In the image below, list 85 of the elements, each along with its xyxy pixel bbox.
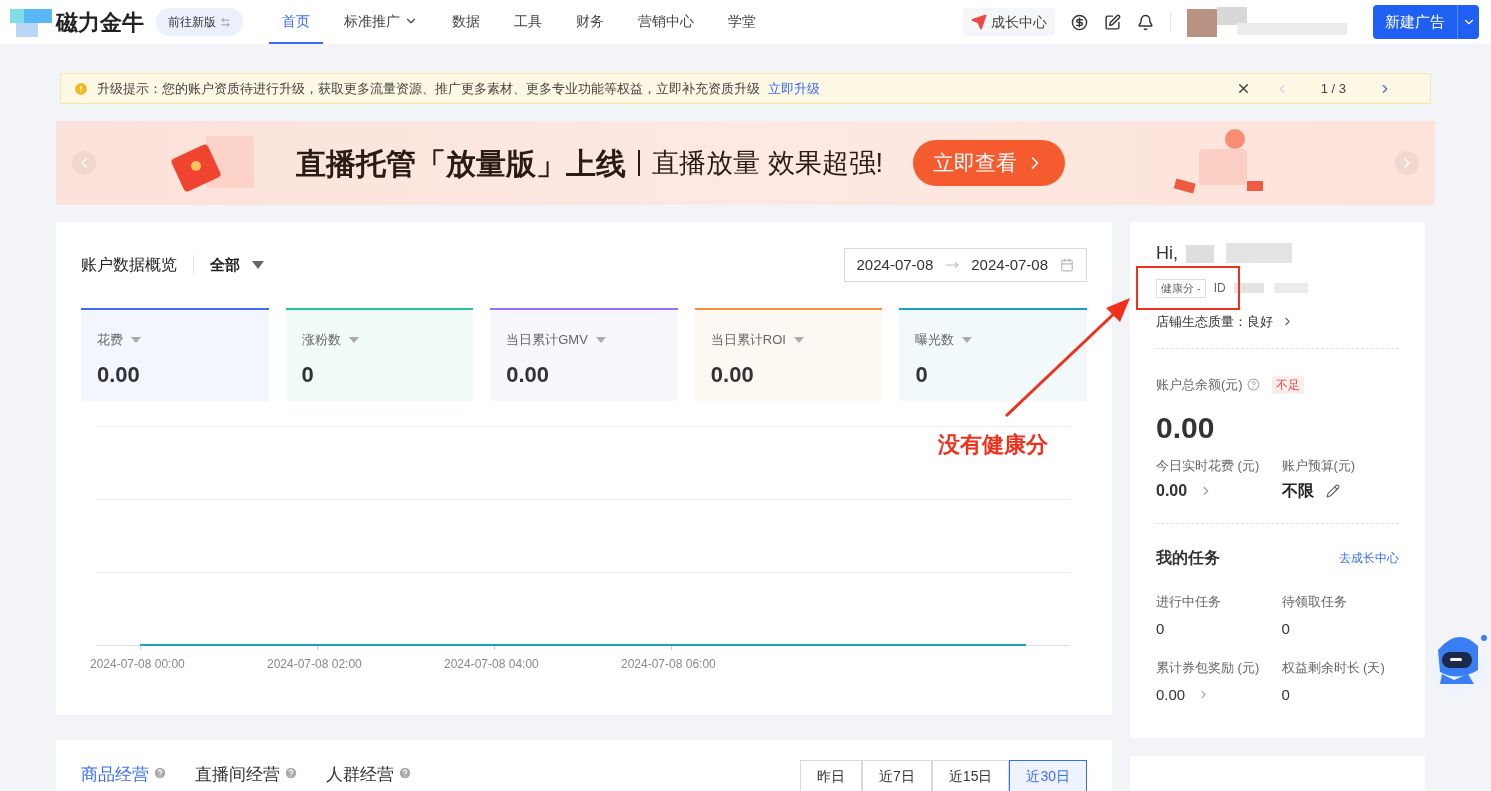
help-icon[interactable] [1246, 378, 1260, 392]
growth-center-button[interactable]: 成长中心 [963, 8, 1055, 36]
axis-label: 2024-07-08 06:00 [621, 656, 716, 673]
range-tab[interactable]: 昨日 [800, 760, 863, 791]
nav-tab[interactable]: 数据 [439, 0, 493, 44]
overview-title: 账户数据概览 [81, 255, 177, 275]
store-quality[interactable]: 店铺生态质量：良好 [1156, 311, 1273, 331]
caret-down-icon[interactable] [595, 336, 606, 343]
edit-note-icon[interactable] [1104, 13, 1121, 31]
metric-value: 0.00 [97, 360, 141, 389]
metric-value: 0.00 [710, 360, 755, 389]
range-tab[interactable]: 近30日 [1009, 760, 1087, 791]
swap-icon [220, 16, 231, 28]
metric-label: 曝光数 [915, 331, 955, 349]
task-value: 0 [1281, 618, 1290, 639]
task-label: 待领取任务 [1281, 593, 1348, 611]
date-range-field[interactable]: 2024-07-08 2024-07-08 [843, 248, 1087, 282]
stat-value: 0.00 [1156, 481, 1188, 501]
range-tab[interactable]: 近7日 [862, 760, 932, 791]
help-icon [153, 766, 167, 780]
annotation-text: 没有健康分 [938, 431, 1048, 459]
metric-label: 涨粉数 [301, 331, 341, 349]
insufficient-tag: 不足 [1271, 375, 1304, 394]
axis-label: 2024-07-08 02:00 [267, 656, 362, 673]
notice-text: 升级提示：您的账户资质待进行升级，获取更多流量资源、推广更多素材、更多专业功能等权益，立即补充资质升级 [97, 79, 760, 98]
help-icon [284, 766, 298, 780]
nav-tab[interactable]: 营销中心 [625, 0, 707, 44]
bell-icon[interactable] [1137, 13, 1154, 31]
stat-label: 今日实时花费 (元) [1156, 456, 1261, 475]
growth-center-link[interactable]: 去成长中心 [1339, 549, 1399, 567]
task-label: 累计券包奖励 (元) [1156, 659, 1261, 677]
nav-tab[interactable]: 首页 [269, 0, 323, 44]
pager-text: 1 / 3 [1320, 79, 1346, 98]
caret-down-icon[interactable] [131, 336, 141, 343]
banner-title: 直播托管「放量版」上线 [296, 145, 626, 182]
task-label: 进行中任务 [1156, 593, 1222, 611]
task-label: 权益剩余时长 (天) [1281, 659, 1386, 677]
task-value: 0 [1156, 618, 1165, 639]
caret-down-icon[interactable] [793, 336, 804, 343]
switch-version-button[interactable]: 前往新版 [156, 8, 243, 36]
metric-card[interactable]: 当日累计ROI 0.00 [694, 308, 883, 401]
warning-icon [73, 80, 89, 97]
balance-label: 账户总余额(元) [1156, 376, 1243, 394]
metric-value: 0 [915, 360, 929, 389]
metric-value: 0.00 [506, 360, 550, 389]
nav-tab[interactable]: 标准推广 [331, 0, 431, 44]
metric-card[interactable]: 当日累计GMV 0.00 [490, 308, 678, 401]
balance-value: 0.00 [1156, 409, 1216, 446]
business-tab[interactable]: 直播间经营 [195, 762, 298, 791]
greeting: Hi, [1156, 242, 1178, 265]
paper-plane-icon [971, 14, 987, 30]
stat-label: 账户预算(元) [1281, 456, 1357, 475]
metric-value: 0 [301, 360, 315, 389]
logo-text: 磁力金牛 [56, 8, 144, 37]
upgrade-link[interactable]: 立即升级 [768, 78, 820, 99]
metric-label: 当日累计GMV [506, 331, 588, 349]
metric-card[interactable]: 曝光数 0 [899, 308, 1087, 401]
health-score-badge: 健康分 - [1156, 279, 1206, 298]
metric-card[interactable]: 花费 0.00 [81, 308, 269, 401]
id-label: ID [1213, 280, 1226, 298]
coin-icon[interactable] [1071, 13, 1088, 31]
stat-value: 不限 [1281, 481, 1314, 501]
caret-down-icon[interactable] [962, 336, 973, 343]
end-date: 2024-07-08 [971, 254, 1048, 275]
tasks-title: 我的任务 [1156, 548, 1220, 568]
nav-tab[interactable]: 财务 [563, 0, 617, 44]
caret-down-icon[interactable] [348, 336, 359, 343]
help-icon [398, 766, 412, 780]
nav-tab[interactable]: 工具 [501, 0, 555, 44]
pencil-icon[interactable] [1325, 484, 1340, 498]
nav-tab[interactable]: 学堂 [715, 0, 769, 44]
business-tab[interactable]: 人群经营 [326, 762, 412, 791]
banner-subtitle: 直播放量 效果超强! [652, 146, 883, 180]
metric-label: 花费 [97, 331, 123, 349]
task-value: 0.00 [1156, 684, 1186, 705]
calendar-icon [1060, 258, 1074, 272]
start-date: 2024-07-08 [856, 254, 934, 275]
filter-dropdown[interactable]: 全部 [210, 253, 264, 277]
task-value: 0 [1281, 684, 1290, 705]
business-tab[interactable]: 商品经营 [81, 762, 167, 791]
caret-down-icon [252, 261, 264, 269]
metric-card[interactable]: 涨粉数 0 [285, 308, 474, 401]
metric-label: 当日累计ROI [710, 331, 786, 349]
axis-label: 2024-07-08 04:00 [444, 656, 539, 673]
axis-label: 2024-07-08 00:00 [90, 656, 185, 673]
